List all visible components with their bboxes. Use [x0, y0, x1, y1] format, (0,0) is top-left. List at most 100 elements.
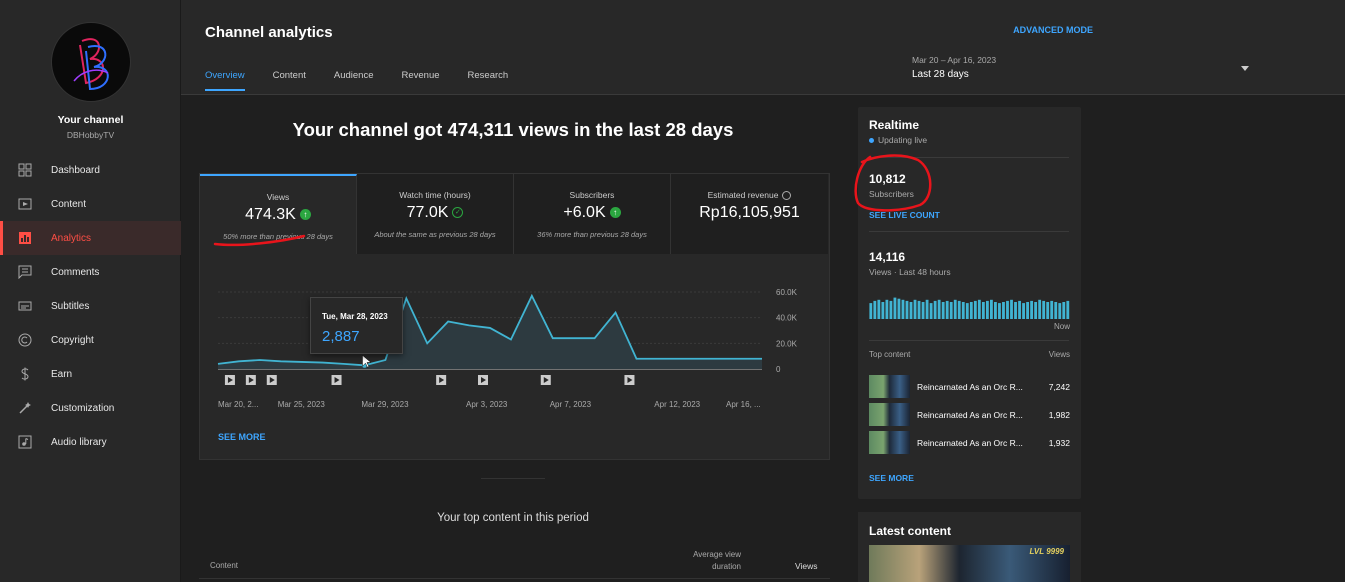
- metric-tabs: Views 474.3K ↑ 50% more than previous 28 …: [200, 174, 829, 254]
- sidebar-item-earn[interactable]: Earn: [0, 357, 181, 391]
- sidebar-item-label: Comments: [51, 266, 100, 278]
- sidebar-item-analytics[interactable]: Analytics: [0, 221, 181, 255]
- tab-revenue[interactable]: Revenue: [402, 70, 440, 91]
- divider: [869, 231, 1069, 232]
- views-headline: Your channel got 474,311 views in the la…: [292, 119, 734, 140]
- thumbnail-text: LVL 9999: [1029, 547, 1064, 556]
- sidebar-item-content[interactable]: Content: [0, 187, 181, 221]
- realtime-bar: [949, 302, 953, 319]
- realtime-bar: [921, 302, 925, 319]
- realtime-status-text: Updating live: [878, 135, 928, 145]
- metric-note: 36% more than previous 28 days: [537, 230, 647, 239]
- metric-revenue[interactable]: Estimated revenue Rp16,105,951: [671, 174, 828, 254]
- realtime-bar: [933, 300, 937, 319]
- realtime-bar: [873, 300, 877, 319]
- top-content-title: Your top content in this period: [437, 512, 589, 524]
- realtime-bar: [1006, 300, 1009, 319]
- video-views: 1,982: [1048, 410, 1070, 420]
- sidebar-item-dashboard[interactable]: Dashboard: [0, 153, 181, 187]
- x-tick-label: Mar 20, 2...: [218, 400, 258, 409]
- advanced-mode-button[interactable]: ADVANCED MODE: [1013, 25, 1093, 35]
- comments-icon: [18, 265, 32, 279]
- sidebar-item-label: Dashboard: [51, 164, 100, 176]
- divider: [199, 578, 830, 579]
- see-more-link[interactable]: SEE MORE: [218, 432, 266, 442]
- metric-watch-time[interactable]: Watch time (hours) 77.0K ✓ About the same…: [357, 174, 514, 254]
- column-header-views: Views: [795, 561, 818, 571]
- clock-icon: [782, 191, 792, 201]
- realtime-bar: [901, 299, 905, 319]
- realtime-bar: [1038, 299, 1042, 319]
- see-live-count-link[interactable]: SEE LIVE COUNT: [869, 210, 940, 220]
- metric-note: About the same as previous 28 days: [374, 230, 496, 239]
- top-content-row[interactable]: Reincarnated As an Orc R... 7,242: [869, 375, 1070, 399]
- channel-title: Your channel: [57, 114, 124, 126]
- realtime-bar: [1046, 302, 1050, 319]
- realtime-bar: [1014, 302, 1017, 319]
- realtime-subscribers-label: Subscribers: [869, 189, 914, 199]
- x-tick-label: Apr 16, ...: [726, 400, 761, 409]
- date-range-selector[interactable]: Mar 20 – Apr 16, 2023 Last 28 days: [912, 55, 996, 80]
- realtime-bar: [945, 300, 949, 319]
- metric-label: Estimated revenue: [671, 190, 828, 201]
- video-title: Reincarnated As an Orc R...: [917, 410, 1023, 420]
- realtime-bar-chart: [869, 297, 1070, 319]
- realtime-bar: [969, 302, 973, 319]
- y-tick-label: 20.0K: [776, 339, 798, 348]
- realtime-bar: [977, 299, 981, 319]
- subtitles-icon: [18, 301, 32, 311]
- sidebar-item-label: Subtitles: [51, 300, 90, 312]
- metric-value-text: +6.0K: [563, 204, 606, 221]
- date-range-label: Last 28 days: [912, 69, 969, 80]
- realtime-subscribers: 10,812: [869, 172, 906, 186]
- x-tick-label: Mar 29, 2023: [361, 400, 409, 409]
- tooltip-value: 2,887: [322, 328, 360, 345]
- divider: [481, 478, 545, 479]
- realtime-bar: [973, 300, 977, 319]
- sidebar-item-comments[interactable]: Comments: [0, 255, 181, 289]
- tab-overview[interactable]: Overview: [205, 70, 245, 91]
- tab-research[interactable]: Research: [468, 70, 509, 91]
- realtime-bar: [1054, 302, 1058, 319]
- sidebar-item-label: Content: [51, 198, 87, 210]
- sidebar-item-audio-library[interactable]: Audio library: [0, 425, 181, 459]
- sidebar-item-customization[interactable]: Customization: [0, 391, 181, 425]
- now-label: Now: [1053, 322, 1070, 331]
- metric-views[interactable]: Views 474.3K ↑ 50% more than previous 28 …: [200, 174, 357, 254]
- x-tick-label: Mar 25, 2023: [278, 400, 326, 409]
- tab-audience[interactable]: Audience: [334, 70, 374, 91]
- tab-content[interactable]: Content: [273, 70, 306, 91]
- realtime-views: 14,116: [869, 250, 906, 264]
- realtime-bar: [965, 303, 969, 319]
- realtime-bar: [897, 298, 901, 319]
- video-title: Reincarnated As an Orc R...: [917, 438, 1023, 448]
- realtime-bar: [905, 300, 909, 319]
- realtime-bar: [1058, 303, 1062, 319]
- metric-subscribers[interactable]: Subscribers +6.0K ↑ 36% more than previou…: [514, 174, 671, 254]
- realtime-bar: [1026, 302, 1029, 319]
- latest-content-thumbnail[interactable]: LVL 9999: [869, 545, 1070, 582]
- top-content-row[interactable]: Reincarnated As an Orc R... 1,982: [869, 403, 1070, 427]
- chevron-down-icon[interactable]: [1241, 66, 1249, 71]
- realtime-bar: [869, 303, 873, 319]
- channel-avatar[interactable]: [51, 22, 131, 102]
- video-thumbnail: [869, 431, 910, 454]
- realtime-bar: [937, 299, 941, 319]
- realtime-bar: [961, 302, 965, 319]
- metric-label: Views: [266, 192, 290, 202]
- earn-icon: [21, 367, 29, 381]
- see-more-link[interactable]: SEE MORE: [869, 473, 914, 483]
- metric-note: 50% more than previous 28 days: [223, 232, 333, 241]
- realtime-bar: [877, 299, 881, 319]
- latest-content-card: Latest content LVL 9999: [858, 512, 1081, 582]
- top-content-row[interactable]: Reincarnated As an Orc R... 1,932: [869, 431, 1070, 455]
- realtime-bar: [1018, 300, 1021, 319]
- metric-label: Subscribers: [569, 190, 615, 200]
- sidebar-item-label: Customization: [51, 402, 115, 414]
- sidebar-item-subtitles[interactable]: Subtitles: [0, 289, 181, 323]
- sidebar-item-label: Copyright: [51, 334, 94, 346]
- views-chart-svg: 60.0K 40.0K 20.0K 0 Mar 20, 2... Mar 25, 2023…: [217, 288, 798, 409]
- page-title: Channel analytics: [205, 24, 333, 41]
- sidebar-item-copyright[interactable]: Copyright: [0, 323, 181, 357]
- divider: [869, 157, 1069, 158]
